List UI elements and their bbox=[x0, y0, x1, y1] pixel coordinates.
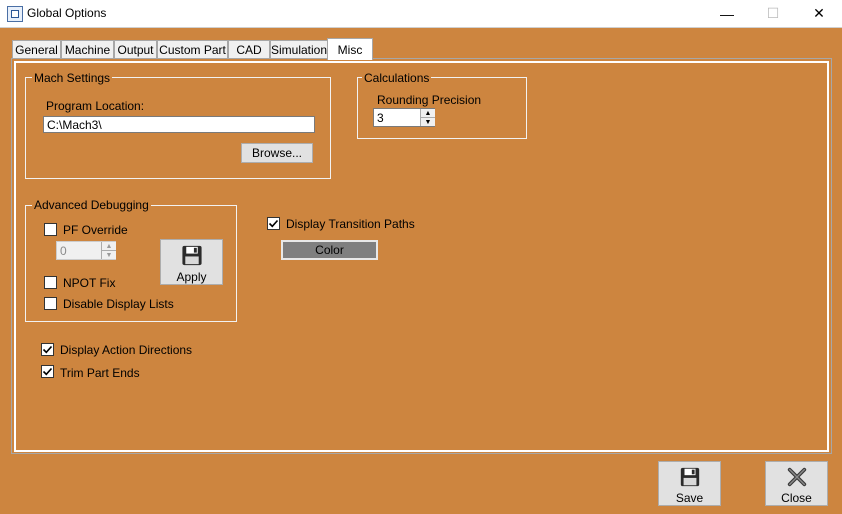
trim-part-ends-checkbox[interactable] bbox=[41, 365, 54, 378]
disable-display-lists-checkbox[interactable] bbox=[44, 297, 57, 310]
disable-display-lists-label: Disable Display Lists bbox=[63, 297, 174, 311]
apply-label: Apply bbox=[176, 270, 207, 284]
tab-custom-part[interactable]: Custom Part bbox=[157, 40, 228, 59]
rounding-precision-spinner[interactable]: ▲ ▼ bbox=[420, 109, 435, 126]
minimize-icon[interactable]: — bbox=[704, 0, 750, 27]
spin-down-icon: ▼ bbox=[105, 251, 113, 259]
npot-fix-label: NPOT Fix bbox=[63, 276, 116, 290]
rounding-precision-label: Rounding Precision bbox=[377, 93, 482, 107]
checkmark-icon bbox=[42, 367, 53, 376]
tab-simulation[interactable]: Simulation bbox=[270, 40, 328, 59]
close-icon[interactable]: ✕ bbox=[796, 0, 842, 27]
spin-up-icon: ▲ bbox=[102, 242, 116, 251]
maximize-icon[interactable]: ☐ bbox=[750, 0, 796, 27]
display-action-directions-label: Display Action Directions bbox=[60, 343, 193, 357]
apply-button[interactable]: Apply bbox=[160, 239, 223, 285]
x-close-icon bbox=[787, 467, 806, 487]
mach-settings-label: Mach Settings bbox=[32, 71, 113, 85]
trim-part-ends-label: Trim Part Ends bbox=[60, 366, 140, 380]
display-transition-paths-checkbox[interactable] bbox=[267, 217, 280, 230]
pf-override-checkbox[interactable] bbox=[44, 223, 57, 236]
color-button[interactable]: Color bbox=[281, 240, 378, 260]
tab-output[interactable]: Output bbox=[114, 40, 157, 59]
display-transition-paths-label: Display Transition Paths bbox=[286, 217, 415, 231]
checkmark-icon bbox=[268, 219, 279, 228]
save-label: Save bbox=[675, 491, 704, 505]
spin-up-icon[interactable]: ▲ bbox=[421, 109, 435, 118]
spin-down-icon[interactable]: ▼ bbox=[421, 118, 435, 126]
floppy-disk-icon bbox=[680, 467, 699, 487]
tab-misc[interactable]: Misc bbox=[327, 38, 373, 60]
pf-override-label: PF Override bbox=[63, 223, 128, 237]
pf-override-spinner: ▲ ▼ bbox=[101, 242, 116, 259]
browse-button[interactable]: Browse... bbox=[241, 143, 313, 163]
program-location-label: Program Location: bbox=[46, 99, 145, 113]
floppy-disk-icon bbox=[181, 245, 202, 266]
program-location-input[interactable]: C:\Mach3\ bbox=[43, 116, 315, 133]
save-button[interactable]: Save bbox=[658, 461, 721, 506]
window-title: Global Options bbox=[27, 6, 107, 20]
calculations-label: Calculations bbox=[362, 71, 432, 85]
display-action-directions-checkbox[interactable] bbox=[41, 343, 54, 356]
close-label: Close bbox=[781, 491, 812, 505]
tab-cad[interactable]: CAD bbox=[228, 40, 270, 59]
advanced-debugging-label: Advanced Debugging bbox=[32, 198, 151, 212]
npot-fix-checkbox[interactable] bbox=[44, 276, 57, 289]
checkmark-icon bbox=[42, 345, 53, 354]
tab-general[interactable]: General bbox=[12, 40, 61, 59]
app-window-icon bbox=[7, 6, 23, 22]
tab-machine[interactable]: Machine bbox=[61, 40, 114, 59]
close-button[interactable]: Close bbox=[765, 461, 828, 506]
